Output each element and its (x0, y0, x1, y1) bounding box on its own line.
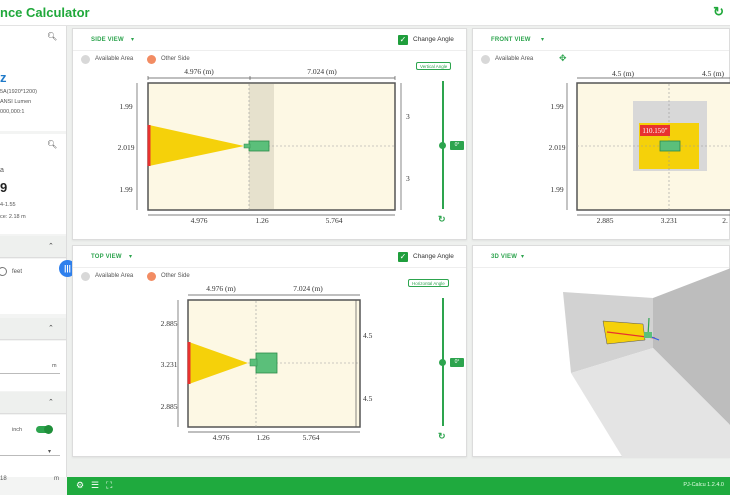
reset-rotation-icon[interactable]: ↻ (438, 431, 446, 442)
projector-box (248, 140, 270, 152)
side-bottom-dim-2: 1.26 (255, 216, 268, 225)
size-label: 110.150" (642, 127, 667, 135)
screen-card: 🔍︎ a 9 4-1.55 ce: 2.18 m (0, 134, 66, 234)
side-right-dim-2: 3 (406, 174, 410, 183)
bottom-value: 18 (0, 476, 7, 482)
search-icon[interactable]: 🔍︎ (47, 140, 57, 149)
top-top-dim-1: 4.976 (m) (206, 284, 236, 293)
search-icon[interactable]: 🔍︎ (47, 32, 57, 41)
projector-lens (249, 358, 258, 367)
top-right-dim-2: 4.5 (363, 394, 373, 403)
version-label: PJ-Calcu 1.2.4.0 (683, 482, 724, 488)
front-view-diagram: 4.5 (m) 4.5 (m) 110.150" 1.99 2.019 1.99… (549, 69, 730, 225)
side-bottom-dim-3: 5.764 (326, 216, 343, 225)
projector-box (659, 140, 681, 152)
unit-card: feet (0, 259, 66, 314)
side-left-dim-1: 1.99 (119, 102, 132, 111)
side-view-panel: SIDE VIEW ▾ ✓ Change Angle Available Are… (72, 28, 467, 240)
front-left-dim-3: 1.99 (550, 185, 563, 194)
title-bar: nce Calculator ↻ (0, 0, 730, 26)
front-left-dim-2: 2.019 (549, 143, 566, 152)
projector-lumen: ANSI Lumen (0, 99, 32, 105)
slider-knob[interactable] (439, 359, 446, 366)
front-bottom-dim-2: 3.231 (661, 216, 678, 225)
top-bottom-dim-1: 4.976 (213, 433, 230, 442)
chevron-down-icon[interactable]: ▾ (48, 448, 51, 455)
side-view-diagram: 4.976 (m) 7.024 (m) 1.99 2.019 1.99 3 3 … (118, 67, 410, 225)
feet-radio[interactable] (0, 267, 7, 276)
value-card: m (0, 341, 66, 391)
screen-value: 9 (0, 180, 8, 195)
status-bar: ⚙ ☰ ⛶ PJ-Calcu 1.2.4.0 (67, 477, 730, 495)
inch-label: inch (12, 427, 23, 433)
projector-lens (243, 143, 251, 149)
front-bottom-dim-3: 2. (722, 216, 728, 225)
front-view-panel: FRONT VIEW ▾ Available Area ✥ 4.5 (m) 4.… (472, 28, 730, 240)
settings-section-header[interactable]: ⌃ (0, 392, 66, 414)
chevron-up-icon[interactable]: ⌃ (48, 324, 54, 332)
screen-distance: ce: 2.18 m (0, 214, 26, 220)
unit-section-header[interactable]: ⌃ (0, 236, 66, 258)
settings-card: inch ▾ (0, 415, 66, 477)
side-right-dim-1: 3 (406, 112, 410, 121)
slider-knob[interactable] (439, 142, 446, 149)
screen-label: a (0, 167, 4, 174)
app-title: nce Calculator (0, 5, 90, 20)
section-header[interactable]: ⌃ (0, 318, 66, 340)
projector-card: 🔍︎ z 5A(1920*1200) ANSI Lumen 000,000:1 (0, 26, 66, 131)
inch-toggle[interactable] (36, 425, 53, 434)
3d-projector (644, 332, 652, 338)
feet-label: feet (12, 269, 23, 275)
bottom-unit: m (54, 476, 59, 482)
top-right-dim-1: 4.5 (363, 331, 373, 340)
top-top-dim-2: 7.024 (m) (293, 284, 323, 293)
3d-scene[interactable] (473, 246, 730, 458)
side-top-dim-1: 4.976 (m) (184, 67, 214, 76)
front-top-dim-2: 4.5 (m) (702, 69, 725, 78)
top-left-dim-2: 3.231 (161, 360, 178, 369)
chevron-up-icon[interactable]: ⌃ (48, 398, 54, 406)
refresh-icon[interactable]: ↻ (713, 4, 724, 20)
side-left-dim-3: 1.99 (119, 185, 132, 194)
slider-value: 0° (450, 358, 464, 367)
chevron-up-icon[interactable]: ⌃ (48, 242, 54, 250)
sidebar: 🔍︎ z 5A(1920*1200) ANSI Lumen 000,000:1 … (0, 26, 67, 477)
top-left-dim-3: 2.885 (161, 402, 178, 411)
projector-box (255, 352, 278, 374)
value-unit: m (52, 363, 57, 369)
projector-resolution: 5A(1920*1200) (0, 89, 38, 95)
dropdown-field[interactable] (0, 455, 60, 456)
top-view-panel: TOP VIEW ▾ ✓ Change Angle Available Area… (72, 245, 467, 457)
side-left-dim-2: 2.019 (118, 143, 135, 152)
value-input[interactable] (0, 373, 60, 374)
front-bottom-dim-1: 2.885 (597, 216, 614, 225)
gear-icon[interactable]: ⚙ (76, 480, 84, 491)
side-top-dim-2: 7.024 (m) (307, 67, 337, 76)
projector-model: z (0, 70, 7, 85)
screen-ratio: 4-1.55 (0, 202, 16, 208)
top-view-diagram: 4.976 (m) 7.024 (m) 2.885 3.231 2.885 4.… (161, 284, 373, 442)
side-bottom-dim-1: 4.976 (191, 216, 208, 225)
3d-view-panel: 3D VIEW ▾ (472, 245, 730, 458)
front-left-dim-1: 1.99 (550, 102, 563, 111)
top-bottom-dim-2: 1.26 (256, 433, 269, 442)
slider-value: 0° (450, 141, 464, 150)
projector-contrast: 000,000:1 (0, 109, 25, 115)
list-icon[interactable]: ☰ (91, 480, 99, 491)
fullscreen-icon[interactable]: ⛶ (106, 480, 112, 491)
sidebar-bottom: 18 m (0, 476, 67, 495)
reset-rotation-icon[interactable]: ↻ (438, 214, 446, 225)
front-top-dim-1: 4.5 (m) (612, 69, 635, 78)
top-bottom-dim-3: 5.764 (303, 433, 320, 442)
top-left-dim-1: 2.885 (161, 319, 178, 328)
